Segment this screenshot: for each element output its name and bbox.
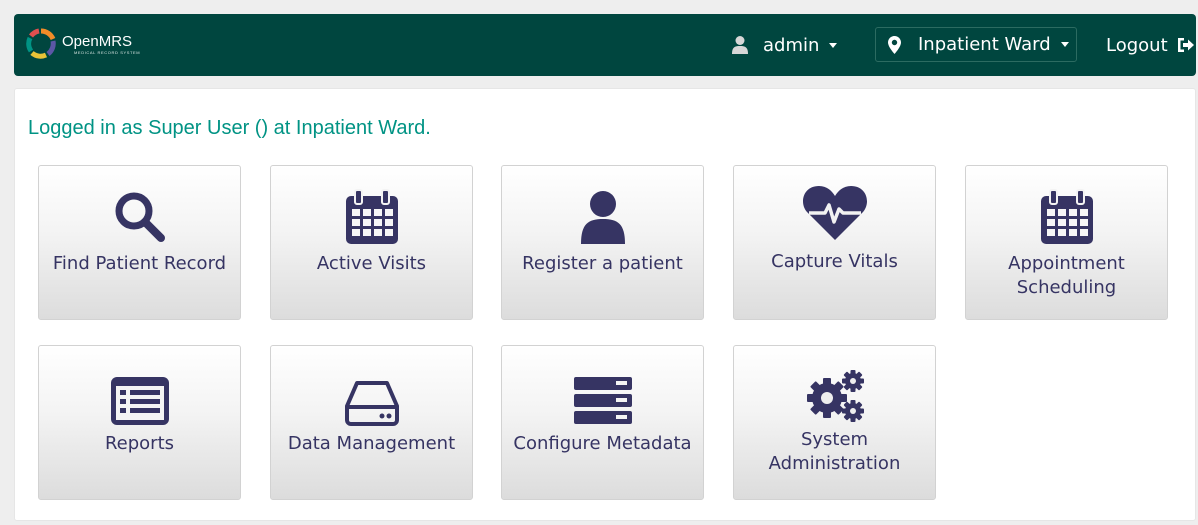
top-header: OpenMRS MEDICAL RECORD SYSTEM admin Inpa…	[14, 14, 1196, 76]
logout-link[interactable]: Logout	[1106, 34, 1195, 56]
app-tile-system-administration[interactable]: System Administration	[733, 345, 936, 500]
app-tile-active-visits[interactable]: Active Visits	[270, 165, 473, 320]
cogs-icon	[806, 370, 864, 422]
calendar-icon	[345, 189, 398, 244]
app-tile-label: System Administration	[768, 429, 901, 474]
home-content: Logged in as Super User () at Inpatient …	[14, 88, 1196, 521]
location-label: Inpatient Ward	[918, 34, 1051, 55]
app-tile-label: Reports	[104, 433, 175, 454]
app-tile-capture-vitals[interactable]: Capture Vitals	[733, 165, 936, 320]
hdd-icon	[344, 381, 399, 426]
app-tile-configure-metadata[interactable]: Configure Metadata	[501, 345, 704, 500]
app-tile-label: Appointment Scheduling	[1008, 253, 1125, 298]
location-dropdown[interactable]: Inpatient Ward	[875, 27, 1077, 62]
list-alt-icon	[110, 377, 169, 425]
app-tile-label: Capture Vitals	[771, 251, 898, 272]
user-icon	[732, 36, 748, 54]
app-tile-label: Register a patient	[522, 253, 683, 274]
app-tile-reports[interactable]: Reports	[38, 345, 241, 500]
logo-subtitle: MEDICAL RECORD SYSTEM	[74, 50, 141, 55]
app-tile-label: Find Patient Record	[52, 253, 227, 274]
openmrs-logo[interactable]: OpenMRS MEDICAL RECORD SYSTEM	[26, 28, 140, 60]
search-icon	[115, 192, 165, 242]
openmrs-logo-icon	[26, 28, 56, 59]
user-menu-dropdown[interactable]: admin	[731, 34, 838, 56]
map-marker-icon	[888, 35, 901, 54]
heartbeat-icon	[802, 186, 867, 240]
server-icon	[573, 377, 632, 424]
chevron-down-icon	[829, 42, 838, 48]
logo-name: OpenMRS	[62, 33, 133, 50]
login-message: Logged in as Super User () at Inpatient …	[28, 117, 431, 139]
app-tile-label: Configure Metadata	[513, 433, 692, 454]
app-tile-label: Active Visits	[316, 253, 427, 274]
app-tile-data-management[interactable]: Data Management	[270, 345, 473, 500]
user-icon	[580, 191, 625, 244]
user-menu-label: admin	[763, 34, 820, 56]
chevron-down-icon	[1060, 42, 1069, 47]
logout-label: Logout	[1106, 34, 1168, 56]
sign-out-icon	[1177, 38, 1194, 52]
app-tile-appointment-scheduling[interactable]: Appointment Scheduling	[965, 165, 1168, 320]
app-tile-register-patient[interactable]: Register a patient	[501, 165, 704, 320]
calendar-icon	[1040, 189, 1093, 244]
app-tile-label: Data Management	[287, 433, 456, 454]
app-tile-find-patient-record[interactable]: Find Patient Record	[38, 165, 241, 320]
